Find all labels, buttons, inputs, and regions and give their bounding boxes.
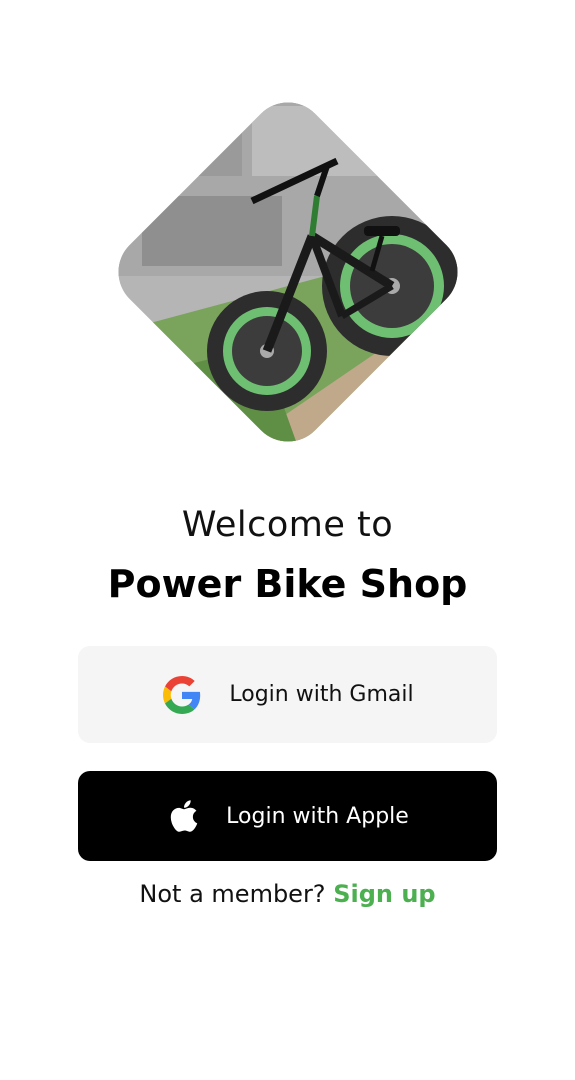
signup-prompt-text: Not a member?: [139, 880, 326, 908]
bike-photo: [102, 86, 474, 458]
login-apple-button[interactable]: Login with Apple: [78, 771, 497, 861]
shop-name-title: Power Bike Shop: [107, 562, 468, 606]
apple-logo-icon: [166, 796, 202, 836]
login-gmail-button[interactable]: Login with Gmail: [78, 646, 497, 743]
login-gmail-label: Login with Gmail: [229, 682, 414, 707]
hero-diamond-frame: [102, 86, 474, 458]
login-apple-label: Login with Apple: [226, 803, 409, 829]
signup-link[interactable]: Sign up: [333, 880, 435, 908]
login-screen: Welcome to Power Bike Shop Login with Gm…: [0, 0, 575, 1080]
hero-image: [102, 86, 474, 458]
welcome-heading: Welcome to: [181, 505, 394, 545]
signup-prompt-line: Not a member? Sign up: [0, 880, 575, 908]
google-g-icon: [161, 674, 203, 716]
